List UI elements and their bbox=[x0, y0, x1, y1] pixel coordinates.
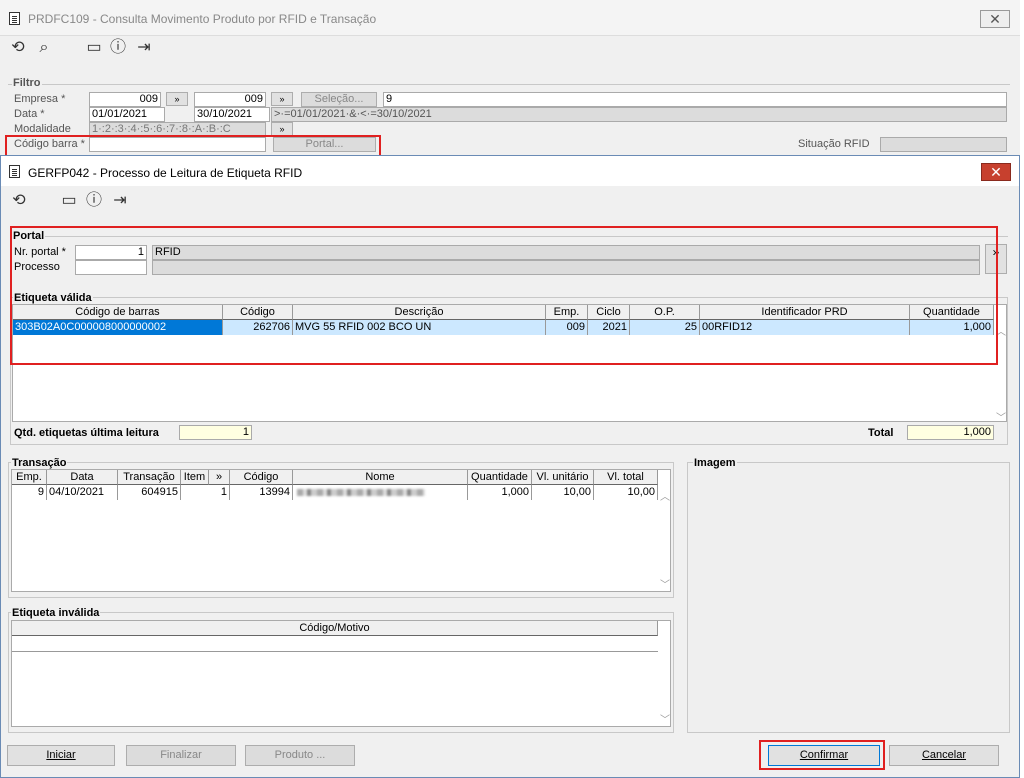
imagem-title: Imagem bbox=[693, 457, 737, 469]
col-transacao[interactable]: Transação bbox=[118, 470, 181, 485]
qtd-etiquetas-label: Qtd. etiquetas última leitura bbox=[14, 427, 159, 439]
empresa-from-field[interactable]: 009 bbox=[89, 92, 161, 107]
transacao-title: Transação bbox=[11, 457, 68, 469]
selecao-button[interactable]: Seleção... bbox=[301, 92, 377, 107]
back-window-toolbar: ⟲ ⌕ ▭ ⓘ ⇥ bbox=[0, 37, 1020, 61]
date-expression: >·=01/01/2021·&·<·=30/10/2021 bbox=[271, 107, 1007, 122]
refresh-icon[interactable]: ⟲ bbox=[9, 191, 29, 211]
back-window-title: PRDFC109 - Consulta Movimento Produto po… bbox=[28, 12, 377, 26]
etiqueta-invalida-title: Etiqueta inválida bbox=[11, 607, 101, 619]
back-window-close-button[interactable]: ✕ bbox=[980, 10, 1010, 28]
dialog-titlebar: GERFP042 - Processo de Leitura de Etique… bbox=[1, 156, 1019, 186]
cell-data[interactable]: 04/10/2021 bbox=[47, 485, 118, 500]
filter-group-title: Filtro bbox=[12, 77, 42, 89]
cell-codigo[interactable]: 13994 bbox=[230, 485, 293, 500]
document-icon bbox=[9, 165, 20, 178]
scroll-down-icon[interactable]: ﹀ bbox=[658, 576, 672, 591]
cell-nome-blurred[interactable] bbox=[293, 485, 468, 500]
cell-transacao[interactable]: 604915 bbox=[118, 485, 181, 500]
empresa-to-swap-button[interactable]: » bbox=[271, 92, 293, 106]
back-window-edge bbox=[1020, 0, 1024, 778]
qtd-etiquetas-field: 1 bbox=[179, 425, 252, 440]
empresa-label: Empresa * bbox=[14, 93, 66, 105]
col-data[interactable]: Data bbox=[47, 470, 118, 485]
col-item[interactable]: Item bbox=[181, 470, 209, 485]
scroll-down-icon[interactable]: ﹀ bbox=[658, 711, 672, 726]
table-row[interactable] bbox=[12, 636, 658, 652]
search-icon[interactable]: ⌕ bbox=[34, 38, 54, 58]
iniciar-button[interactable]: Iniciar bbox=[7, 745, 115, 766]
col-expand[interactable]: » bbox=[209, 470, 230, 485]
col-quantidade[interactable]: Quantidade bbox=[468, 470, 532, 485]
exit-icon[interactable]: ⇥ bbox=[110, 191, 130, 211]
scroll-up-icon[interactable]: ︿ bbox=[658, 488, 672, 503]
produto-button[interactable]: Produto ... bbox=[245, 745, 355, 766]
col-vl-total[interactable]: Vl. total bbox=[594, 470, 658, 485]
document-icon bbox=[9, 12, 20, 25]
help-icon[interactable]: ⓘ bbox=[84, 191, 104, 211]
dialog-toolbar: ⟲ ▭ ⓘ ⇥ bbox=[1, 190, 1019, 214]
cell-emp[interactable]: 9 bbox=[12, 485, 47, 500]
help-icon[interactable]: ⓘ bbox=[108, 38, 128, 58]
etiqueta-invalida-grid: Código/Motivo ﹀ bbox=[11, 620, 671, 727]
back-window-titlebar: PRDFC109 - Consulta Movimento Produto po… bbox=[0, 0, 1020, 36]
transacao-grid: Emp. Data Transação Item » Código Nome Q… bbox=[11, 469, 671, 592]
blurred-name bbox=[297, 489, 425, 496]
col-vl-unitario[interactable]: Vl. unitário bbox=[532, 470, 594, 485]
scroll-down-icon[interactable]: ﹀ bbox=[994, 409, 1008, 424]
table-row[interactable]: 9 04/10/2021 604915 1 13994 1,000 10,00 … bbox=[12, 485, 658, 501]
data-label: Data * bbox=[14, 108, 45, 120]
modalidade-swap-button[interactable]: » bbox=[271, 122, 293, 136]
codigo-barra-highlight bbox=[5, 135, 381, 157]
cell-quantidade[interactable]: 1,000 bbox=[468, 485, 532, 500]
col-emp[interactable]: Emp. bbox=[12, 470, 47, 485]
portal-etiqueta-highlight bbox=[10, 226, 998, 365]
data-to-field[interactable]: 30/10/2021 bbox=[194, 107, 270, 122]
confirmar-highlight bbox=[759, 740, 885, 770]
cell-vl-total[interactable]: 10,00 bbox=[594, 485, 658, 500]
imagem-group: Imagem bbox=[687, 457, 1010, 733]
col-codigo[interactable]: Código bbox=[230, 470, 293, 485]
calendar-icon[interactable]: ▭ bbox=[84, 38, 104, 58]
situacao-rfid-field bbox=[880, 137, 1007, 152]
finalizar-button[interactable]: Finalizar bbox=[126, 745, 236, 766]
dialog-close-button[interactable]: ✕ bbox=[981, 163, 1011, 181]
modalidade-label: Modalidade bbox=[14, 123, 71, 135]
empresa-swap-button[interactable]: » bbox=[166, 92, 188, 106]
calendar-icon[interactable]: ▭ bbox=[59, 191, 79, 211]
situacao-rfid-label: Situação RFID bbox=[798, 138, 870, 150]
cell-vl-unitario[interactable]: 10,00 bbox=[532, 485, 594, 500]
dialog-title: GERFP042 - Processo de Leitura de Etique… bbox=[28, 166, 303, 180]
total-label: Total bbox=[868, 427, 894, 439]
total-field: 1,000 bbox=[907, 425, 994, 440]
cancelar-button[interactable]: Cancelar bbox=[889, 745, 999, 766]
data-from-field[interactable]: 01/01/2021 bbox=[89, 107, 165, 122]
cell-item[interactable]: 1 bbox=[181, 485, 230, 500]
refresh-icon[interactable]: ⟲ bbox=[8, 38, 28, 58]
selecao-value: 9 bbox=[383, 92, 1007, 107]
exit-icon[interactable]: ⇥ bbox=[134, 38, 154, 58]
empresa-to-field[interactable]: 009 bbox=[194, 92, 266, 107]
col-codigo-motivo[interactable]: Código/Motivo bbox=[12, 621, 658, 636]
col-nome[interactable]: Nome bbox=[293, 470, 468, 485]
